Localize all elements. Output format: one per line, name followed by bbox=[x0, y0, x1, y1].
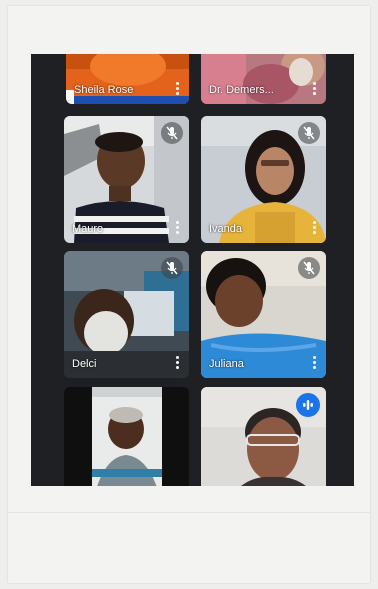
participant-name: Juliana bbox=[209, 358, 244, 370]
mic-off-icon bbox=[298, 257, 320, 279]
participant-tile-juliana[interactable]: Juliana bbox=[201, 251, 326, 378]
participant-name: Sheila Rose bbox=[74, 84, 134, 96]
more-vert-icon[interactable] bbox=[175, 356, 179, 370]
participant-tile-dr-demers[interactable]: Dr. Demers... bbox=[201, 54, 326, 104]
mic-off-icon bbox=[161, 257, 183, 279]
participant-tile-delci[interactable]: Delci bbox=[64, 251, 189, 378]
video-feed bbox=[201, 54, 326, 104]
participant-name: Delci bbox=[72, 358, 97, 370]
meeting-video-grid: Sheila Rose Dr. Demers... Mauro Ivanda D… bbox=[31, 54, 354, 486]
more-vert-icon[interactable] bbox=[175, 221, 179, 235]
audio-level-icon bbox=[296, 393, 320, 417]
mic-off-icon bbox=[298, 122, 320, 144]
mic-off-icon bbox=[161, 122, 183, 144]
video-feed bbox=[66, 54, 189, 104]
more-vert-icon[interactable] bbox=[312, 221, 316, 235]
participant-name: Mauro bbox=[72, 223, 104, 235]
more-vert-icon[interactable] bbox=[175, 82, 179, 96]
participant-tile-8[interactable] bbox=[201, 387, 326, 486]
video-feed bbox=[64, 387, 189, 486]
participant-tile-sheila-rose[interactable]: Sheila Rose bbox=[66, 54, 189, 104]
more-vert-icon[interactable] bbox=[312, 356, 316, 370]
paper-fold-line bbox=[8, 512, 370, 513]
participant-name: Dr. Demers... bbox=[209, 84, 274, 96]
participant-tile-mauro[interactable]: Mauro bbox=[64, 116, 189, 243]
participant-tile-ivanda[interactable]: Ivanda bbox=[201, 116, 326, 243]
more-vert-icon[interactable] bbox=[312, 82, 316, 96]
participant-tile-7[interactable] bbox=[64, 387, 189, 486]
participant-name: Ivanda bbox=[209, 223, 243, 235]
